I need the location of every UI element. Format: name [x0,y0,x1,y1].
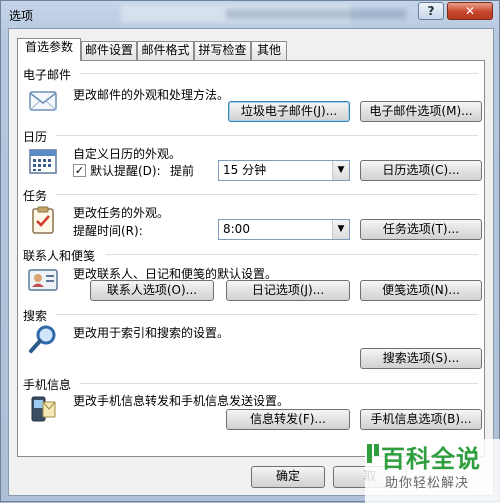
search-description: 更改用于索引和搜索的设置。 [73,326,230,340]
magnifier-icon [29,325,56,353]
close-button[interactable]: ✕ [447,2,493,20]
section-title-contacts: 联系人和便笺 [23,249,96,263]
junk-email-button[interactable]: 垃圾电子邮件(J)... [228,101,350,122]
reminder-time-label: 提醒时间(R): [73,224,143,238]
default-reminder-checkbox[interactable]: ✓ [73,164,86,177]
section-divider [56,135,478,136]
watermark-title: 百科全说 [381,445,481,473]
message-forward-button[interactable]: 信息转发(F)... [226,409,350,430]
tab-mail-setup[interactable]: 邮件设置 [81,41,137,60]
search-options-button[interactable]: 搜索选项(S)... [360,348,482,369]
task-options-button[interactable]: 任务选项(T)... [360,219,482,240]
section-divider [56,314,478,315]
tab-other[interactable]: 其他 [251,41,287,60]
watermark: 百科全说 助你轻松解决 [365,439,500,503]
task-reminder-time-select[interactable]: 8:00 ▼ [218,219,350,240]
section-title-mail: 电子邮件 [23,68,72,82]
section-title-tasks: 任务 [23,189,48,203]
tab-mail-format[interactable]: 邮件格式 [137,41,194,60]
background-window-blur-text [226,9,406,19]
section-title-calendar: 日历 [23,130,48,144]
section-divider [106,254,478,255]
section-divider [80,73,478,74]
task-reminder-time-value: 8:00 [223,222,250,236]
options-window: 选项 ? ✕ 首选参数 邮件设置 邮件格式 拼写检查 其他 电子邮件 更改邮件的… [0,0,500,503]
tab-preferences[interactable]: 首选参数 [17,38,81,61]
mail-description: 更改邮件的外观和处理方法。 [73,88,230,102]
mobile-phone-icon [31,396,56,422]
task-clipboard-icon [32,206,54,234]
section-divider [56,194,478,195]
default-reminder-label: 默认提醒(D): [90,164,161,178]
section-title-search: 搜索 [23,309,48,323]
title-bar: 选项 ? ✕ [1,1,499,29]
watermark-subtitle: 助你轻松解决 [385,476,470,491]
mobile-description: 更改手机信息转发和手机信息发送设置。 [73,394,290,408]
tasks-description: 更改任务的外观。 [73,206,170,220]
ok-button[interactable]: 确定 [251,466,325,488]
chevron-down-icon[interactable]: ▼ [332,220,349,239]
chevron-down-icon[interactable]: ▼ [332,161,349,180]
journal-options-button[interactable]: 日记选项(J)... [226,280,350,301]
email-options-button[interactable]: 电子邮件选项(M)... [360,101,482,122]
window-title: 选项 [9,9,34,23]
advance-label: 提前 [170,164,195,178]
note-options-button[interactable]: 便笺选项(N)... [360,280,482,301]
section-divider [80,383,478,384]
contact-options-button[interactable]: 联系人选项(O)... [90,280,214,301]
tab-spelling[interactable]: 拼写检查 [194,41,251,60]
contact-card-icon [28,269,58,291]
help-button[interactable]: ? [418,2,444,20]
calendar-options-button[interactable]: 日历选项(C)... [360,160,482,181]
reminder-time-value: 15 分钟 [223,163,267,177]
envelope-icon [29,91,57,111]
section-title-mobile: 手机信息 [23,378,72,392]
calendar-description: 自定义日历的外观。 [73,147,182,161]
preferences-panel: 电子邮件 更改邮件的外观和处理方法。 垃圾电子邮件(J)... 电子邮件选项(M… [17,60,485,457]
mobile-options-button[interactable]: 手机信息选项(B)... [360,409,482,430]
reminder-time-select[interactable]: 15 分钟 ▼ [218,160,350,181]
dialog-client: 首选参数 邮件设置 邮件格式 拼写检查 其他 电子邮件 更改邮件的外观和处理方法… [8,28,494,496]
calendar-icon [29,149,57,174]
